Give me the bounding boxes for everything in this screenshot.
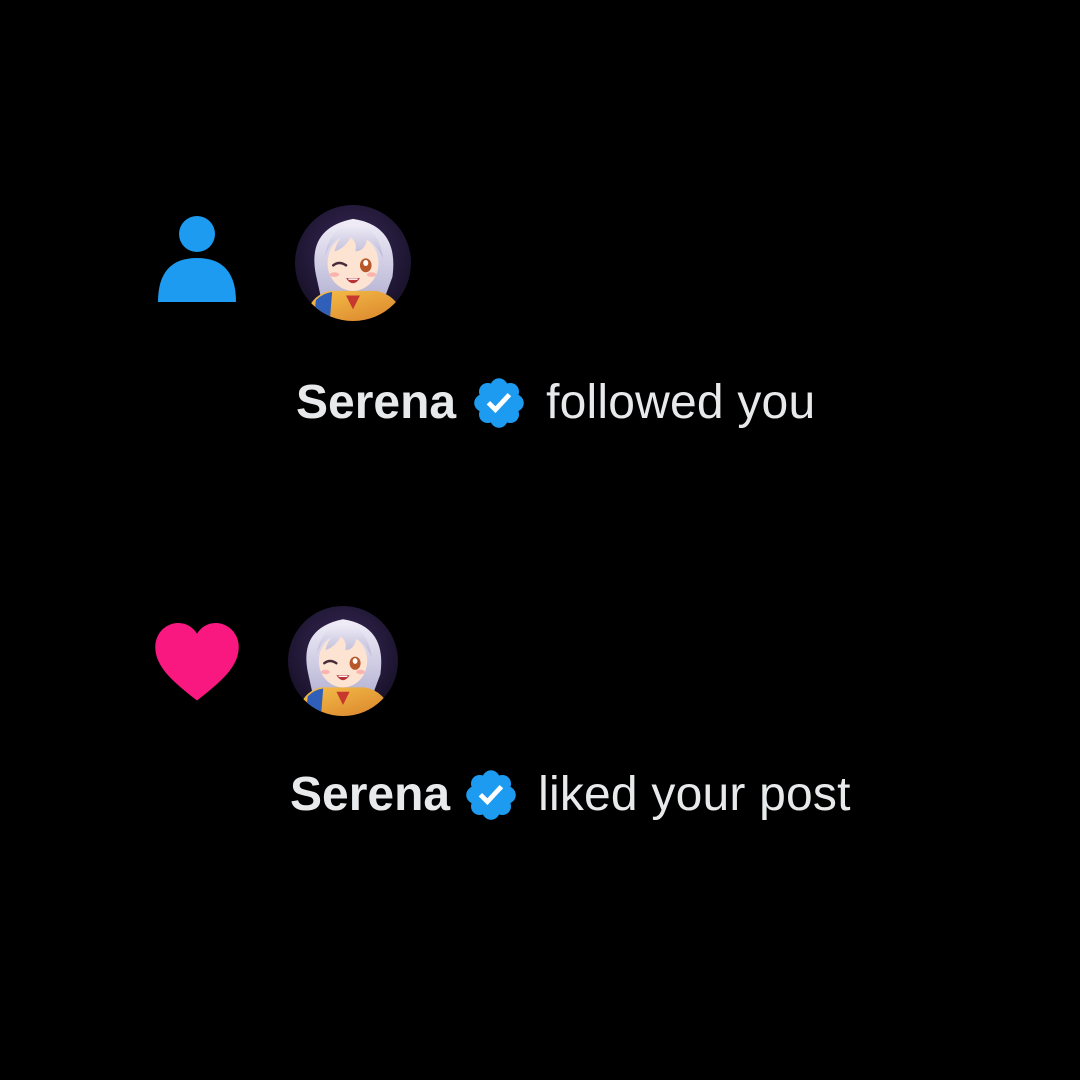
avatar[interactable] [295, 205, 411, 321]
follow-notification[interactable]: Serena followed you [120, 180, 950, 490]
notification-text: Serena followed you [296, 374, 815, 432]
verified-badge-icon [470, 374, 528, 432]
user-name[interactable]: Serena [296, 379, 456, 427]
verified-badge-icon [462, 766, 520, 824]
action-text: liked your post [538, 768, 851, 821]
action-text: followed you [546, 376, 816, 429]
user-name[interactable]: Serena [290, 771, 450, 819]
person-icon [158, 216, 236, 302]
like-notification[interactable]: Serena liked your post [110, 580, 970, 870]
notification-text: Serena liked your post [290, 766, 851, 824]
heart-icon [155, 622, 239, 701]
avatar[interactable] [288, 606, 398, 716]
